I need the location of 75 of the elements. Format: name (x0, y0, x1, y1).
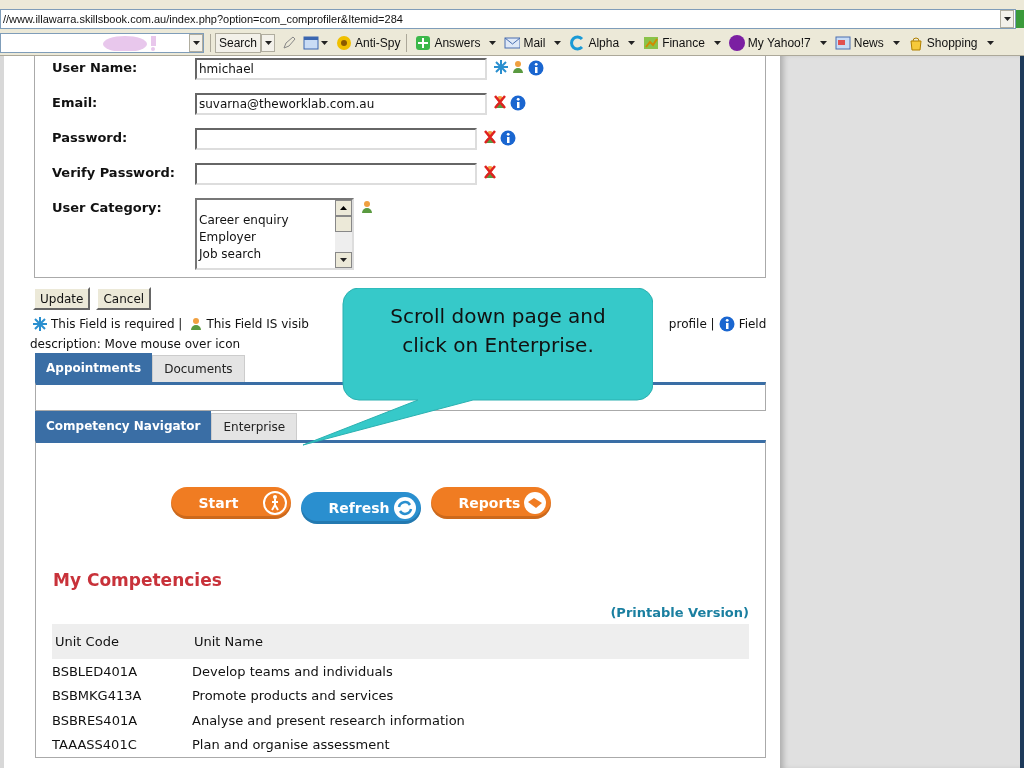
section-title: My Competencies (53, 569, 223, 592)
table-cell-text: TAAASS401C (52, 736, 138, 754)
password-field[interactable] (195, 163, 477, 185)
printable-version-link[interactable]: (Printable Version) (610, 602, 749, 622)
dropdown-button[interactable] (261, 34, 276, 53)
caret-icon (321, 41, 329, 46)
search-button[interactable]: Search (215, 33, 262, 54)
refresh-icon (391, 495, 418, 521)
password-field[interactable] (195, 128, 477, 150)
envelope-icon (504, 35, 521, 52)
field-label: Verify Password: (52, 164, 176, 182)
legend-text: profile | (668, 316, 715, 333)
table-cell-text: Develop teams and individuals (192, 662, 393, 681)
person-icon (190, 317, 203, 331)
required-icon (33, 317, 47, 331)
column-header: Unit Name (194, 632, 263, 651)
legend-text: Field (738, 316, 767, 333)
form-button[interactable]: Cancel (96, 287, 152, 310)
toolbar-button[interactable]: Finance (641, 34, 721, 53)
table-cell-text: BSBRES401A (52, 711, 139, 730)
field-label: Password: (52, 129, 129, 147)
search-field[interactable] (0, 33, 204, 54)
table-cell-text: Analyse and present research information (192, 711, 465, 730)
table-cell-text: Plan and organise assessment (192, 736, 390, 754)
toolbar-button[interactable]: News (832, 34, 900, 53)
legend-text: This Field IS visib (206, 316, 309, 333)
field-label: User Name: (52, 59, 139, 77)
chart-icon (643, 35, 660, 52)
listbox-option[interactable]: Career enquiry (199, 212, 289, 229)
tab[interactable]: Appointments (35, 353, 153, 382)
text-field[interactable]: suvarna@theworklab.com.au (195, 93, 487, 115)
window-icon (303, 35, 320, 52)
legend-text: This Field is required | (51, 316, 183, 333)
up-arrow-icon[interactable] (340, 206, 347, 210)
action-button[interactable]: Refresh (300, 492, 421, 524)
dropdown-button[interactable] (1000, 9, 1014, 28)
category-listbox[interactable]: Career enquiry Employer Job search (195, 198, 354, 270)
walker-icon (261, 490, 288, 516)
listbox-option[interactable]: Job search (199, 246, 289, 263)
circle-icon (728, 35, 745, 52)
toolbar-button[interactable]: Anti-Spy (334, 34, 401, 53)
text-field[interactable]: hmichael (195, 58, 487, 80)
address-text: //www.illawarra.skillsbook.com.au/index.php?option=com_comprofiler&Itemid=284 (2, 11, 403, 27)
pencil-icon (281, 35, 298, 52)
info-icon (718, 316, 735, 332)
down-arrow-icon[interactable] (340, 258, 347, 262)
column-header: Unit Code (55, 632, 120, 651)
tab[interactable]: Enterprise (211, 413, 298, 440)
table-cell-text: BSBMKG413A (52, 687, 143, 705)
ring-icon (569, 35, 586, 52)
legend-text: description: Move mouse over icon (30, 336, 241, 353)
caret-icon (264, 41, 272, 46)
dropdown-button[interactable] (189, 34, 203, 53)
table-cell-text: Promote products and services (192, 687, 394, 705)
field-label: User Category: (52, 199, 163, 217)
scrollbar[interactable] (335, 200, 352, 268)
toolbar-button[interactable]: Alpha (567, 34, 636, 53)
caret-icon (1003, 16, 1011, 21)
toolbar-button[interactable]: Answers (413, 34, 497, 53)
callout-text: Scroll down page and click on Enterprise. (389, 303, 607, 359)
bag-icon (907, 35, 924, 52)
listbox-option[interactable]: Employer (199, 229, 289, 246)
scroll-thumb[interactable] (335, 216, 352, 232)
caret-icon (192, 41, 200, 46)
plus-icon (415, 35, 432, 52)
toolbar-button[interactable]: My Yahoo!7 (726, 34, 827, 53)
address-field[interactable]: //www.illawarra.skillsbook.com.au/index.php?option=com_comprofiler&Itemid=284 (0, 8, 1016, 29)
window-icon (834, 35, 851, 52)
tab[interactable]: Competency Navigator (35, 411, 212, 440)
field-label: Email: (52, 94, 99, 112)
toolbar-button[interactable]: Shopping (905, 34, 994, 53)
toolbar-button[interactable]: Mail (502, 34, 562, 53)
tab[interactable]: Documents (152, 355, 245, 382)
table-cell-text: BSBLED401A (52, 662, 139, 681)
form-button[interactable]: Update (33, 287, 91, 310)
